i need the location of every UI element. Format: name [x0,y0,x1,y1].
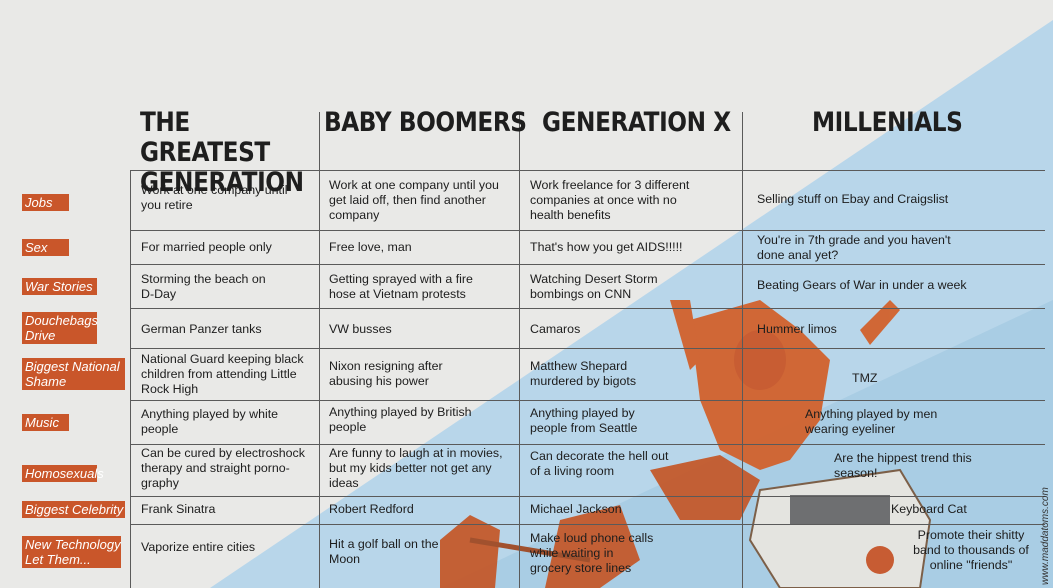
cell-sex-genx: That's how you get AIDS!!!!! [530,240,683,254]
header-generation-x: GENERATION X [542,107,731,138]
cell-sex-boomers: Free love, man [329,240,412,254]
cell-celeb-greatest: Frank Sinatra [141,502,216,516]
cell-sex-greatest: For married people only [141,240,272,254]
grid-hline [130,348,1045,349]
grid-hline [130,308,1045,309]
cell-music-genx: Anything played by people from Seattle [530,406,638,435]
row-label-biggest-national-shame: Biggest National Shame [22,358,125,390]
cell-jobs-boomers: Work at one company until you get laid o… [329,178,499,222]
row-label-war-stories: War Stories [22,278,97,295]
cell-war-greatest: Storming the beach on D-Day [141,272,266,301]
row-label-sex: Sex [22,239,69,256]
cell-shame-millenials: TMZ [852,371,878,385]
cell-tech-genx: Make loud phone calls while waiting in g… [530,531,654,575]
grid-vline [519,112,520,588]
cell-music-boomers: Anything played by British people [329,405,472,434]
row-label-new-technology: New Technology Let Them... [22,536,121,568]
grid-hline [130,400,1045,401]
row-label-jobs: Jobs [22,194,69,211]
cell-sex-millenials: You're in 7th grade and you haven't done… [757,233,951,262]
row-label-homosexuals: Homosexuals [22,465,104,482]
site-credit: www.maddatoms.com [1040,487,1051,585]
grid-hline [130,230,1045,231]
cell-jobs-genx: Work freelance for 3 different companies… [530,178,690,222]
cell-gay-genx: Can decorate the hell out of a living ro… [530,449,669,478]
cell-war-millenials: Beating Gears of War in under a week [757,278,967,292]
grid-vline [130,170,131,588]
cell-music-greatest: Anything played by white people [141,407,279,436]
grid-hline [130,496,1045,497]
cell-war-genx: Watching Desert Storm bombings on CNN [530,272,658,301]
row-label-biggest-celebrity: Biggest Celebrity [22,501,125,518]
grid-hline [130,524,1045,525]
cell-tech-greatest: Vaporize entire cities [141,540,256,554]
cell-jobs-millenials: Selling stuff on Ebay and Craigslist [757,192,949,206]
cell-shame-genx: Matthew Shepard murdered by bigots [530,359,637,388]
header-baby-boomers: BABY BOOMERS [324,107,527,138]
cell-tech-boomers: Hit a golf ball on the Moon [329,537,439,566]
cell-shame-boomers: Nixon resigning after abusing his power [329,359,443,388]
cell-celeb-boomers: Robert Redford [329,502,414,516]
cell-drive-genx: Camaros [530,322,581,336]
cell-celeb-millenials: Keyboard Cat [891,502,967,516]
cell-celeb-genx: Michael Jackson [530,502,622,516]
cell-gay-millenials: Are the hippest trend this season! [834,451,972,480]
cell-drive-greatest: German Panzer tanks [141,322,262,336]
grid-hline [130,444,1045,445]
grid-vline [742,112,743,588]
grid-hline [130,264,1045,265]
cell-jobs-greatest: Work at one company until you retire [141,183,288,212]
cell-war-boomers: Getting sprayed with a fire hose at Viet… [329,272,473,301]
cell-drive-boomers: VW busses [329,322,392,336]
cell-shame-greatest: National Guard keeping black children fr… [141,352,304,396]
row-label-music: Music [22,414,69,431]
cell-music-millenials: Anything played by men wearing eyeliner [805,407,938,436]
cell-gay-boomers: Are funny to laugh at in movies, but my … [329,446,503,490]
cell-gay-greatest: Can be cured by electroshock therapy and… [141,446,305,490]
header-millenials: MILLENIALS [812,107,963,138]
cell-tech-millenials: Promote their shitty band to thousands o… [913,528,1029,572]
row-label-douchebags-drive: Douchebags Drive [22,312,98,344]
grid-vline [319,112,320,588]
cell-drive-millenials: Hummer limos [757,322,837,336]
